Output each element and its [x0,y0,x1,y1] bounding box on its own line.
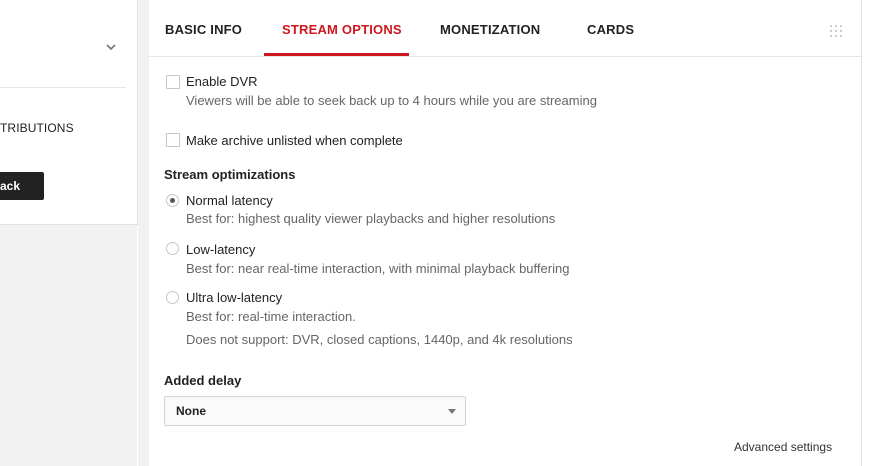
tab-basic-info[interactable]: BASIC INFO [165,22,242,37]
added-delay-select[interactable]: None [164,396,466,426]
left-panel: TRIBUTIONS ack [0,0,138,225]
advanced-settings-link[interactable]: Advanced settings [734,440,832,454]
stream-optimizations-heading: Stream optimizations [164,167,296,182]
tab-cards[interactable]: CARDS [587,22,634,37]
archive-unlisted-checkbox[interactable] [166,133,180,147]
active-tab-indicator [264,53,409,56]
ultra-low-latency-description: Best for: real-time interaction. [186,309,356,324]
normal-latency-label: Normal latency [186,193,273,208]
low-latency-radio[interactable] [166,242,179,255]
added-delay-value: None [176,404,206,418]
contributions-label: TRIBUTIONS [0,121,74,135]
chevron-down-icon[interactable] [104,40,118,54]
archive-unlisted-label: Make archive unlisted when complete [186,133,403,148]
tab-stream-options[interactable]: STREAM OPTIONS [282,22,402,37]
background-area [0,225,137,466]
normal-latency-description: Best for: highest quality viewer playbac… [186,211,556,226]
back-button[interactable]: ack [0,172,44,200]
enable-dvr-label: Enable DVR [186,74,258,89]
divider [0,87,126,88]
normal-latency-radio[interactable] [166,194,179,207]
tab-bar: BASIC INFO STREAM OPTIONS MONETIZATION C… [149,0,861,57]
tab-monetization[interactable]: MONETIZATION [440,22,540,37]
ultra-low-latency-radio[interactable] [166,291,179,304]
ultra-low-latency-label: Ultra low-latency [186,290,283,305]
stream-options-card: BASIC INFO STREAM OPTIONS MONETIZATION C… [149,0,862,466]
dropdown-arrow-icon [448,409,456,414]
background-gutter [138,0,149,466]
enable-dvr-checkbox[interactable] [166,75,180,89]
low-latency-label: Low-latency [186,242,256,257]
added-delay-heading: Added delay [164,373,242,388]
enable-dvr-description: Viewers will be able to seek back up to … [186,93,597,108]
grid-icon[interactable] [829,24,843,38]
ultra-low-latency-note: Does not support: DVR, closed captions, … [186,332,573,347]
low-latency-description: Best for: near real-time interaction, wi… [186,261,570,276]
